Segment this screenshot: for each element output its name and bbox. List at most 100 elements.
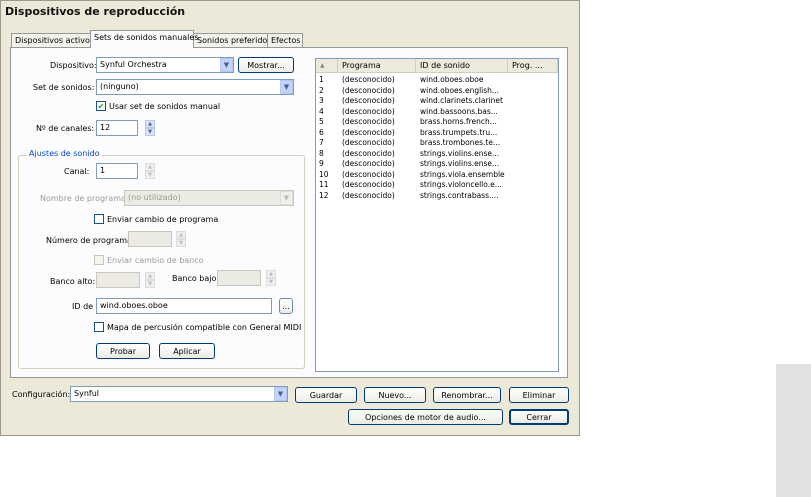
tab-manual-sound-sets[interactable]: Sets de sonidos manuales <box>90 30 198 48</box>
list-item[interactable]: 3 (desconocido) wind.clarinets.clarinet <box>316 96 558 106</box>
channels-input[interactable]: 12 <box>96 120 138 136</box>
browse-button[interactable]: ... <box>279 298 293 314</box>
list-cell-prog: (desconocido) <box>342 117 395 126</box>
channels-spinner[interactable]: ▲ ▼ <box>145 120 155 136</box>
list-item[interactable]: 8 (desconocido) strings.violins.ense... <box>316 149 558 159</box>
list-cell-id: brass.trumpets.tru... <box>420 127 498 137</box>
program-number-label: Número de programa: <box>46 236 135 245</box>
list-cell-id: strings.violins.ense... <box>420 148 500 158</box>
show-button[interactable]: Mostrar... <box>238 57 294 73</box>
bank-low-spinner[interactable]: ▲ ▼ <box>266 270 276 286</box>
sound-settings-legend: Ajustes de sonido <box>27 149 102 158</box>
sort-ascending-icon[interactable]: ▲ <box>316 59 338 73</box>
list-item[interactable]: 12 (desconocido) strings.contrabass.... <box>316 191 558 201</box>
sound-id-input[interactable]: wind.oboes.oboe <box>96 298 272 314</box>
bank-low-input[interactable] <box>217 270 261 286</box>
list-cell-n: 5 <box>319 117 324 126</box>
list-cell-prog: (desconocido) <box>342 75 395 84</box>
list-cell-prog: (desconocido) <box>342 138 395 147</box>
soundset-label: Set de sonidos: <box>33 83 95 92</box>
column-header-sound-id[interactable]: ID de sonido <box>416 59 508 73</box>
channel-spinner[interactable]: ▲ ▼ <box>145 163 155 179</box>
bank-high-spinner[interactable]: ▲ ▼ <box>145 272 155 288</box>
tab-effects[interactable]: Efectos <box>267 33 303 47</box>
delete-button[interactable]: Eliminar <box>509 387 569 403</box>
bank-high-input[interactable] <box>96 272 140 288</box>
list-cell-id: strings.viola.ensemble <box>420 169 505 179</box>
device-label: Dispositivo: <box>50 61 97 70</box>
list-item[interactable]: 2 (desconocido) wind.oboes.english... <box>316 86 558 96</box>
soundset-dropdown[interactable]: (ninguno) <box>96 79 294 95</box>
list-cell-prog: (desconocido) <box>342 148 395 158</box>
device-dropdown[interactable]: Synful Orchestra <box>96 57 234 73</box>
audio-engine-options-button[interactable]: Opciones de motor de audio... <box>348 409 503 425</box>
close-button[interactable]: Cerrar <box>509 409 569 425</box>
chevron-down-icon[interactable]: ▼ <box>274 387 287 401</box>
config-label: Configuración: <box>12 390 71 399</box>
list-item[interactable]: 5 (desconocido) brass.horns.french... <box>316 117 558 127</box>
percussion-map-label: Mapa de percusión compatible con General… <box>107 323 302 332</box>
list-item[interactable]: 7 (desconocido) brass.trombones.te... <box>316 138 558 148</box>
list-cell-prog: (desconocido) <box>342 96 395 105</box>
list-cell-prog: (desconocido) <box>342 190 395 200</box>
list-cell-id: strings.violoncello.e... <box>420 180 502 189</box>
list-item[interactable]: 11 (desconocido) strings.violoncello.e... <box>316 180 558 190</box>
send-bank-change-label: Enviar cambio de banco <box>107 256 204 265</box>
channel-input[interactable]: 1 <box>96 163 138 179</box>
list-cell-prog: (desconocido) <box>342 169 395 179</box>
program-name-dropdown[interactable]: (no utilizado) <box>124 190 294 206</box>
chevron-down-icon[interactable]: ▼ <box>280 191 293 205</box>
tab-active-devices[interactable]: Dispositivos activos <box>11 33 94 47</box>
test-button[interactable]: Probar <box>96 343 150 359</box>
program-number-input[interactable] <box>128 231 172 247</box>
sound-id-label: ID de <box>72 302 94 311</box>
sound-list[interactable]: ▲ Programa ID de sonido Prog. ... 1 (desc… <box>315 58 559 372</box>
column-header-prog[interactable]: Prog. ... <box>508 59 558 73</box>
list-cell-n: 6 <box>319 127 324 137</box>
list-cell-n: 12 <box>319 190 329 200</box>
list-cell-id: wind.oboes.english... <box>420 85 500 95</box>
rename-button[interactable]: Renombrar... <box>433 387 501 403</box>
bank-low-label: Banco bajo: <box>172 274 220 283</box>
list-item[interactable]: 10 (desconocido) strings.viola.ensemble <box>316 170 558 180</box>
send-program-change-checkbox[interactable] <box>94 214 104 224</box>
list-cell-id: brass.horns.french... <box>420 117 497 126</box>
list-item[interactable]: 4 (desconocido) wind.bassoons.bas... <box>316 107 558 117</box>
chevron-down-icon[interactable]: ▼ <box>220 58 233 72</box>
list-cell-n: 3 <box>319 96 324 105</box>
program-number-spinner[interactable]: ▲ ▼ <box>176 231 186 247</box>
list-cell-n: 2 <box>319 85 324 95</box>
list-cell-id: wind.oboes.oboe <box>420 75 484 84</box>
tab-preferred-sounds[interactable]: Sonidos preferidos <box>193 33 271 47</box>
save-button[interactable]: Guardar <box>295 387 357 403</box>
manual-soundset-checkbox[interactable]: ✔ <box>96 101 106 111</box>
send-program-change-label: Enviar cambio de programa <box>107 215 219 224</box>
list-cell-prog: (desconocido) <box>342 85 395 95</box>
program-name-label: Nombre de programa: <box>40 194 129 203</box>
list-item[interactable]: 1 (desconocido) wind.oboes.oboe <box>316 75 558 85</box>
list-cell-n: 4 <box>319 106 324 116</box>
percussion-map-checkbox[interactable] <box>94 322 104 332</box>
list-cell-n: 1 <box>319 75 324 84</box>
config-dropdown[interactable]: Synful <box>70 386 288 402</box>
window-title: Dispositivos de reproducción <box>5 5 186 18</box>
list-cell-id: strings.contrabass.... <box>420 190 499 200</box>
list-cell-n: 7 <box>319 138 324 147</box>
list-cell-id: wind.clarinets.clarinet <box>420 96 503 105</box>
manual-soundset-label: Usar set de sonidos manual <box>109 102 221 111</box>
bank-high-label: Banco alto: <box>50 277 96 286</box>
list-cell-prog: (desconocido) <box>342 106 395 116</box>
column-header-program[interactable]: Programa <box>338 59 416 73</box>
list-item[interactable]: 6 (desconocido) brass.trumpets.tru... <box>316 128 558 138</box>
list-cell-prog: (desconocido) <box>342 180 395 189</box>
apply-button[interactable]: Aplicar <box>159 343 215 359</box>
chevron-down-icon[interactable]: ▼ <box>280 80 293 94</box>
list-cell-id: brass.trombones.te... <box>420 138 501 147</box>
list-cell-n: 8 <box>319 148 324 158</box>
list-cell-prog: (desconocido) <box>342 159 395 168</box>
new-button[interactable]: Nuevo... <box>364 387 426 403</box>
send-bank-change-checkbox[interactable] <box>94 255 104 265</box>
list-item[interactable]: 9 (desconocido) strings.violins.ense... <box>316 159 558 169</box>
list-cell-id: strings.violins.ense... <box>420 159 500 168</box>
list-cell-n: 9 <box>319 159 324 168</box>
